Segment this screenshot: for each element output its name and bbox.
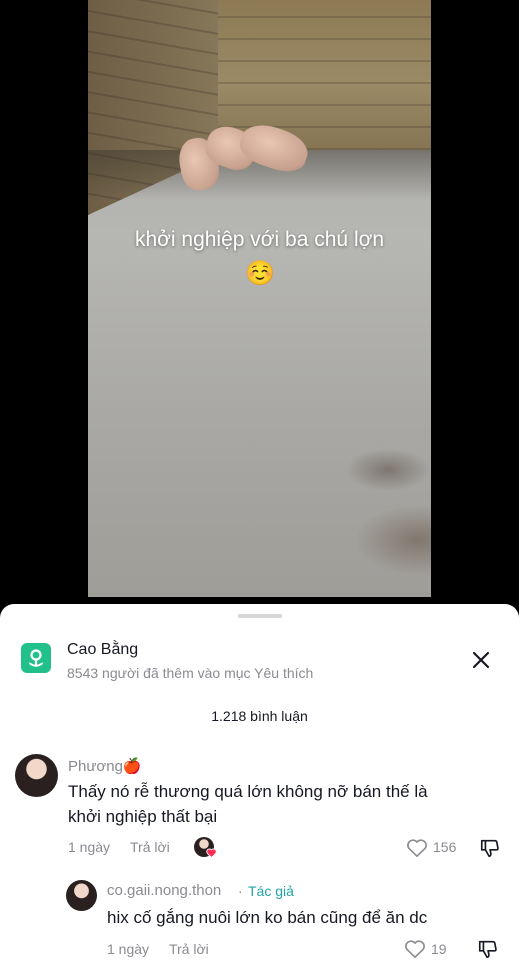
reply-time: 1 ngày xyxy=(107,941,150,957)
location-row[interactable]: Cao Bằng 8543 người đã thêm vào mục Yêu … xyxy=(21,641,499,687)
smiling-emoji: ☺️ xyxy=(245,260,275,287)
avatar[interactable] xyxy=(66,880,97,911)
close-icon[interactable] xyxy=(469,648,493,672)
like-count: 19 xyxy=(431,941,447,957)
reply-username[interactable]: co.gaii.nong.thon xyxy=(107,882,221,899)
comment-text-line1: Thấy nó rễ thương quá lớn không nỡ bán t… xyxy=(68,782,428,801)
sheet-grabber[interactable] xyxy=(238,614,282,618)
video-caption: khởi nghiệp với ba chú lợn xyxy=(134,228,385,251)
avatar[interactable] xyxy=(15,754,58,797)
author-badge: Tác giả xyxy=(248,883,294,899)
location-title: Cao Bằng xyxy=(67,641,139,658)
comment-username[interactable]: Phương🍎 xyxy=(68,757,142,775)
reply-button[interactable]: Trả lời xyxy=(169,941,209,957)
like-count: 156 xyxy=(433,839,457,855)
comments-sheet: Cao Bằng 8543 người đã thêm vào mục Yêu … xyxy=(0,604,519,960)
creator-heart-icon xyxy=(206,848,217,858)
video-area[interactable]: khởi nghiệp với ba chú lợn ☺️ xyxy=(0,0,519,612)
reply-button[interactable]: Trả lời xyxy=(130,839,170,855)
dislike-icon[interactable] xyxy=(479,837,501,859)
heart-icon[interactable] xyxy=(404,939,426,959)
separator-dot: · xyxy=(238,883,243,899)
reply-text: hix cố gắng nuôi lớn ko bán cũng để ăn d… xyxy=(107,908,428,927)
dislike-icon[interactable] xyxy=(477,938,499,960)
location-pin-icon xyxy=(21,643,51,673)
comments-count: 1.218 bình luận xyxy=(211,708,308,724)
location-subtitle: 8543 người đã thêm vào mục Yêu thích xyxy=(67,665,314,681)
comment-time: 1 ngày xyxy=(68,839,111,855)
comment-text-line2: khởi nghiệp thất bại xyxy=(68,807,218,826)
heart-icon[interactable] xyxy=(406,838,428,858)
video-frame[interactable]: khởi nghiệp với ba chú lợn xyxy=(88,0,431,597)
